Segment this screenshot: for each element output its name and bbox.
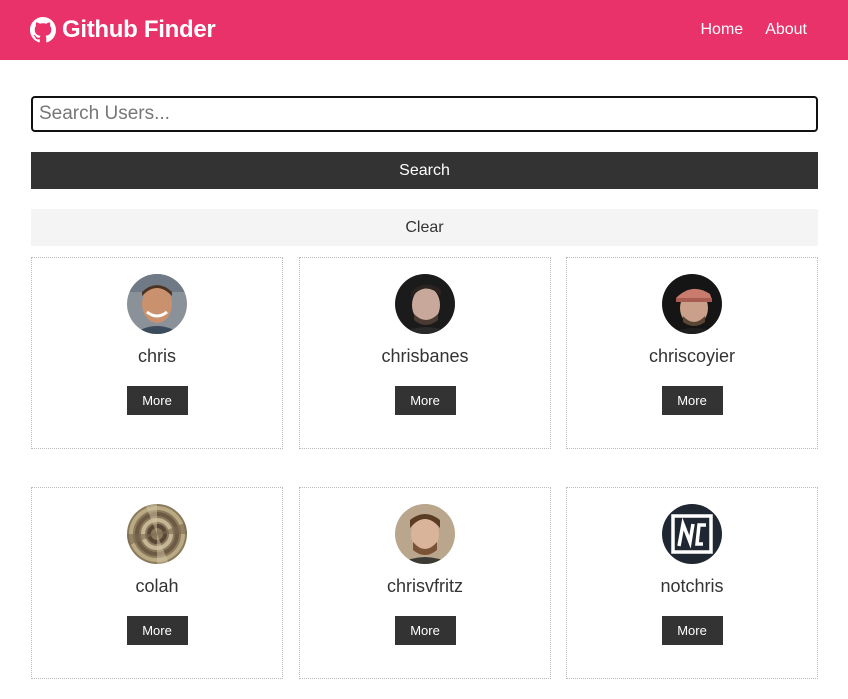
github-icon bbox=[30, 17, 56, 43]
navbar: Github Finder Home About bbox=[0, 0, 848, 60]
search-input[interactable] bbox=[31, 96, 818, 132]
nav-links: Home About bbox=[701, 21, 808, 39]
avatar bbox=[395, 274, 455, 334]
clear-button[interactable]: Clear bbox=[31, 209, 818, 246]
username: colah bbox=[135, 576, 179, 596]
more-button[interactable]: More bbox=[394, 616, 456, 645]
app-title: Github Finder bbox=[62, 16, 216, 43]
avatar bbox=[662, 274, 722, 334]
more-button[interactable]: More bbox=[394, 386, 456, 415]
user-card: chris More bbox=[31, 257, 283, 449]
user-card: notchris More bbox=[566, 487, 818, 679]
username: chrisbanes bbox=[381, 346, 469, 366]
more-button[interactable]: More bbox=[661, 616, 723, 645]
more-button[interactable]: More bbox=[661, 386, 723, 415]
username: chrisvfritz bbox=[387, 576, 463, 596]
avatar bbox=[662, 504, 722, 564]
nav-link-home[interactable]: Home bbox=[701, 21, 744, 39]
user-card: chrisvfritz More bbox=[299, 487, 551, 679]
username: chriscoyier bbox=[648, 346, 736, 366]
nav-link-about[interactable]: About bbox=[765, 21, 807, 39]
avatar bbox=[395, 504, 455, 564]
search-button[interactable]: Search bbox=[31, 152, 818, 189]
username: notchris bbox=[660, 576, 724, 596]
more-button[interactable]: More bbox=[126, 616, 188, 645]
user-card: colah More bbox=[31, 487, 283, 679]
user-card: chrisbanes More bbox=[299, 257, 551, 449]
avatar bbox=[127, 274, 187, 334]
user-card: chriscoyier More bbox=[566, 257, 818, 449]
username: chris bbox=[137, 346, 176, 366]
avatar bbox=[127, 504, 187, 564]
brand[interactable]: Github Finder bbox=[30, 16, 216, 44]
more-button[interactable]: More bbox=[126, 386, 188, 415]
